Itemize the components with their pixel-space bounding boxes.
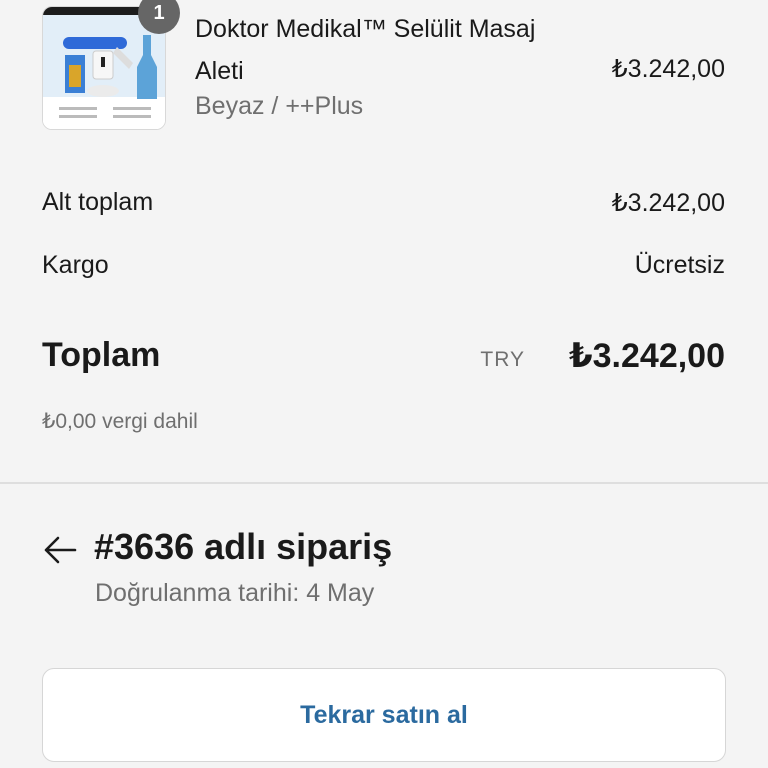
order-confirmed-date: Doğrulanma tarihi: 4 May	[95, 579, 375, 607]
order-title: #3636 adlı sipariş	[94, 526, 393, 567]
subtotal-label: Alt toplam	[42, 188, 154, 216]
shipping-label: Kargo	[42, 251, 109, 279]
quantity-badge: 1	[138, 0, 180, 34]
back-arrow-icon[interactable]	[42, 532, 78, 568]
total-label: Toplam	[42, 336, 161, 374]
product-name: Doktor Medikal™ Selülit Masaj Aleti	[195, 15, 536, 85]
subtotal-value: ₺3.242,00	[611, 189, 725, 217]
tax-note: ₺0,00 vergi dahil	[42, 410, 198, 433]
section-divider	[0, 482, 768, 484]
product-price: ₺3.242,00	[611, 55, 725, 83]
total-currency: TRY	[480, 348, 525, 371]
shipping-value: Ücretsiz	[634, 251, 725, 279]
buy-again-button[interactable]: Tekrar satın al	[42, 668, 726, 762]
total-value: ₺3.242,00	[568, 337, 725, 375]
product-variant: Beyaz / ++Plus	[195, 92, 364, 120]
